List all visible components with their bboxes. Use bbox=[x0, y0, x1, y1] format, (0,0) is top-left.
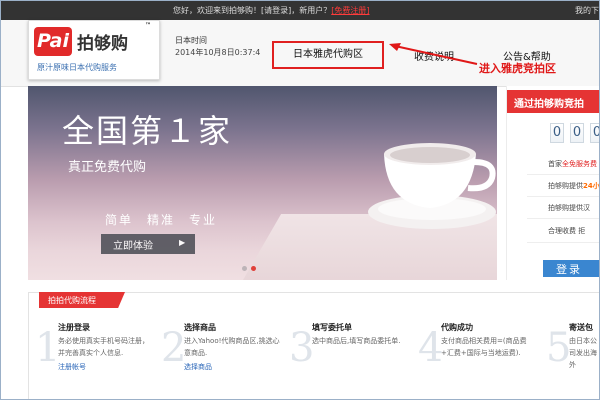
my-account-link[interactable]: 我的下 bbox=[575, 5, 599, 16]
step-title: 注册登录 bbox=[58, 323, 90, 332]
nav-yahoo-label: 日本雅虎代购区 bbox=[293, 49, 363, 60]
carousel-dot-1[interactable] bbox=[242, 266, 247, 271]
step-description: 由日本公司发出海外 bbox=[569, 337, 597, 369]
logo-name: 拍够购 bbox=[77, 34, 128, 54]
annotation-text: 进入雅虎竞拍区 bbox=[479, 62, 556, 75]
step-number: 5 bbox=[546, 325, 572, 371]
step-title: 代购成功 bbox=[441, 323, 473, 332]
register-link[interactable]: [免费注册] bbox=[331, 6, 369, 15]
pai-logo-mark: Pai bbox=[34, 27, 72, 56]
step-number: 2 bbox=[161, 325, 187, 371]
stats-panel-title: 通过拍够购竞拍 bbox=[514, 99, 584, 110]
divider bbox=[527, 196, 599, 197]
register-account-link[interactable]: 注册帐号 bbox=[58, 362, 86, 372]
process-section-title: 拍拍代购流程 bbox=[48, 296, 96, 305]
promo-banner[interactable]: 全国第１家 真正免费代购 简单 精准 专业 立即体验 ▶ bbox=[28, 86, 497, 280]
japan-time-label: 日本时间 bbox=[175, 36, 207, 45]
step-description: 选中商品后,填写商品委托单. bbox=[312, 337, 401, 345]
coffee-cup-icon bbox=[368, 143, 496, 229]
feature-line-4: 合理收费 拒 bbox=[548, 227, 586, 235]
stats-panel: 通过拍够购竞拍 0 0 0 首家全免服务费 拍够购提供24小 拍够购提供汉 合理… bbox=[506, 86, 600, 280]
welcome-message: 您好，欢迎来到拍够购！[请登录]，新用户？[免费注册] bbox=[173, 5, 370, 16]
feature-line-2: 拍够购提供24小 bbox=[548, 182, 600, 190]
login-label: 登录 bbox=[556, 263, 582, 276]
feature-line-3: 拍够购提供汉 bbox=[548, 204, 590, 212]
counter-digit: 0 bbox=[550, 123, 564, 143]
try-now-label: 立即体验 bbox=[113, 241, 153, 252]
japan-time-value: 2014年10月8日0:37:4 bbox=[175, 48, 261, 57]
stats-panel-header: 通过拍够购竞拍 bbox=[507, 90, 599, 113]
logo-slogan: 原汁原味日本代购服务 bbox=[37, 63, 117, 72]
nav-yahoo-auction-area[interactable]: 日本雅虎代购区 bbox=[272, 41, 384, 69]
step-description: 支付商品相关费用=(商品费+汇费+国际与当地运费). bbox=[441, 337, 527, 357]
process-step-3: 3 填写委托单 选中商品后,填写商品委托单. bbox=[289, 320, 414, 390]
process-step-4: 4 代购成功 支付商品相关费用=(商品费+汇费+国际与当地运费). bbox=[418, 320, 546, 390]
site-header: Pai 拍够购 ™ 原汁原味日本代购服务 日本时间 2014年10月8日0:37… bbox=[1, 20, 599, 87]
step-title: 寄送包 bbox=[569, 323, 593, 332]
banner-slogan: 简单 精准 专业 bbox=[105, 213, 218, 227]
welcome-text: 您好，欢迎来到拍够购！[请登录]，新用户？ bbox=[173, 6, 332, 15]
select-goods-link[interactable]: 选择商品 bbox=[184, 362, 212, 372]
counter-digit: 0 bbox=[570, 123, 584, 143]
banner-subtitle: 真正免费代购 bbox=[68, 160, 147, 175]
step-number: 4 bbox=[418, 325, 444, 371]
step-title: 选择商品 bbox=[184, 323, 216, 332]
trademark-symbol: ™ bbox=[145, 22, 151, 29]
counter-digit: 0 bbox=[590, 123, 599, 143]
divider bbox=[527, 174, 599, 175]
feature-line-1: 首家全免服务费 bbox=[548, 160, 597, 168]
purchase-process-section: 拍拍代购流程 1 注册登录 务必使用真实手机号码注册，并完善真实个人信息. 注册… bbox=[28, 292, 599, 399]
process-step-2: 2 选择商品 进入Yahoo!代购商品区,挑选心意商品. 选择商品 bbox=[161, 320, 286, 390]
step-description: 进入Yahoo!代购商品区,挑选心意商品. bbox=[184, 337, 280, 357]
step-description: 务必使用真实手机号码注册，并完善真实个人信息. bbox=[58, 337, 149, 357]
step-number: 1 bbox=[35, 325, 61, 371]
browser-frame: 您好，欢迎来到拍够购！[请登录]，新用户？[免费注册] 我的下 Pai 拍够购 … bbox=[0, 0, 600, 400]
step-number: 3 bbox=[289, 325, 315, 371]
site-logo[interactable]: Pai 拍够购 ™ 原汁原味日本代购服务 bbox=[28, 20, 160, 80]
step-title: 填写委托单 bbox=[312, 323, 352, 332]
divider bbox=[527, 242, 599, 243]
top-bar: 您好，欢迎来到拍够购！[请登录]，新用户？[免费注册] 我的下 bbox=[1, 1, 599, 20]
carousel-dot-2[interactable] bbox=[251, 266, 256, 271]
login-button[interactable]: 登录 bbox=[543, 260, 599, 277]
process-section-tag: 拍拍代购流程 bbox=[39, 292, 125, 308]
divider bbox=[527, 218, 599, 219]
play-arrow-icon: ▶ bbox=[179, 238, 186, 247]
banner-headline: 全国第１家 bbox=[62, 112, 233, 150]
annotation-arrow-icon bbox=[389, 43, 478, 65]
process-step-5: 5 寄送包 由日本公司发出海外 bbox=[546, 320, 599, 390]
try-now-button[interactable]: 立即体验 ▶ bbox=[101, 234, 195, 254]
process-step-1: 1 注册登录 务必使用真实手机号码注册，并完善真实个人信息. 注册帐号 bbox=[35, 320, 155, 390]
